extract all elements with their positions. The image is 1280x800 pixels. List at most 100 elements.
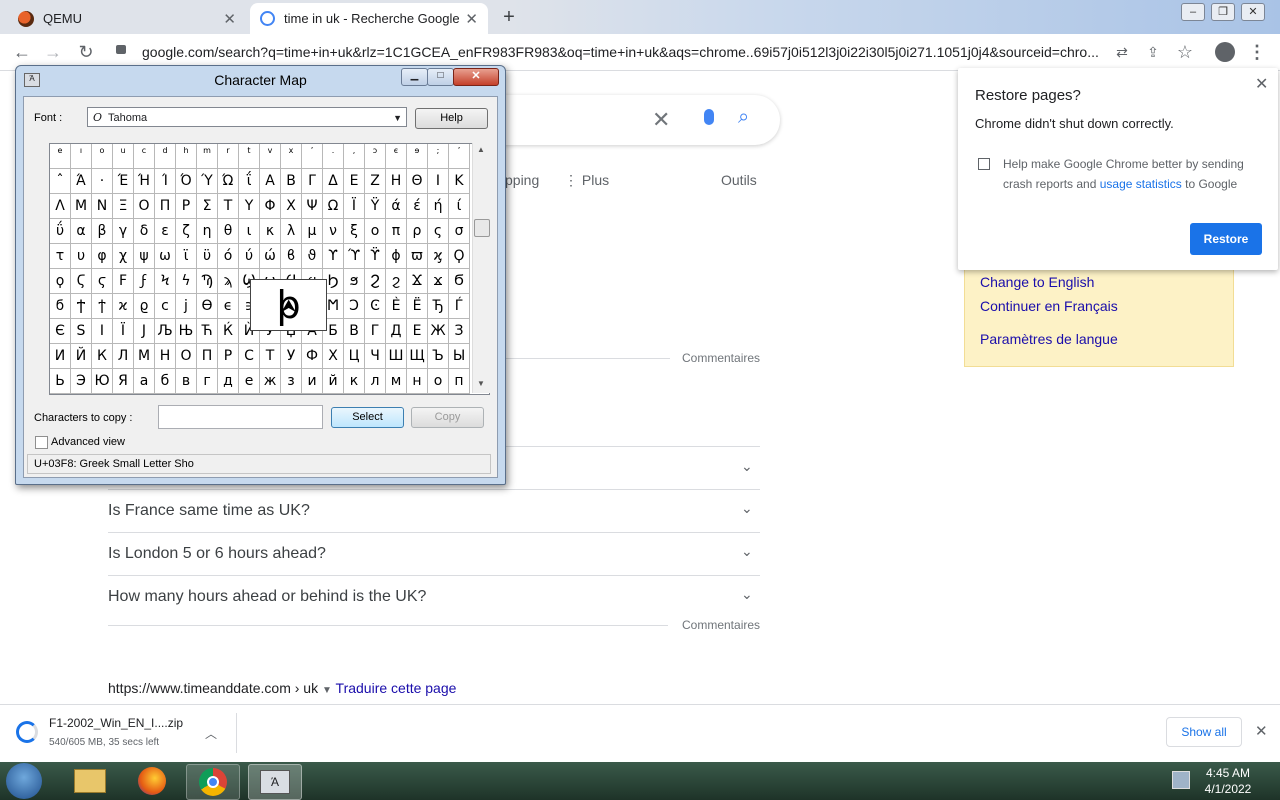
character-cell[interactable]: ˆ: [50, 169, 71, 194]
character-cell[interactable]: v: [260, 144, 281, 169]
chevron-down-icon[interactable]: ⌄: [741, 500, 753, 517]
bookmark-star-icon[interactable]: ☆: [1173, 40, 1197, 64]
character-cell[interactable]: ϗ: [428, 244, 449, 269]
character-cell[interactable]: Γ: [302, 169, 323, 194]
character-cell[interactable]: Ќ: [218, 319, 239, 344]
character-cell[interactable]: ϫ: [428, 269, 449, 294]
character-cell[interactable]: ε: [155, 219, 176, 244]
character-cell[interactable]: Ϛ: [71, 269, 92, 294]
character-cell[interactable]: ϐ: [281, 244, 302, 269]
character-cell[interactable]: Ο: [134, 194, 155, 219]
comments-link[interactable]: Commentaires: [682, 351, 760, 365]
chrome-taskbar-button[interactable]: [186, 764, 240, 800]
character-cell[interactable]: Ό: [176, 169, 197, 194]
character-cell[interactable]: К: [92, 344, 113, 369]
character-cell[interactable]: Ϋ: [365, 194, 386, 219]
character-cell[interactable]: u: [113, 144, 134, 169]
profile-avatar-icon[interactable]: [1215, 42, 1235, 62]
character-cell[interactable]: Ϫ: [407, 269, 428, 294]
character-cell[interactable]: Κ: [449, 169, 470, 194]
character-cell[interactable]: ϖ: [407, 244, 428, 269]
character-cell[interactable]: ς: [428, 219, 449, 244]
character-cell[interactable]: Ж: [428, 319, 449, 344]
character-cell[interactable]: ύ: [239, 244, 260, 269]
characters-to-copy-input[interactable]: [158, 405, 323, 429]
scroll-down-icon[interactable]: ▼: [477, 379, 485, 388]
character-cell[interactable]: φ: [92, 244, 113, 269]
character-cell[interactable]: ϒ: [323, 244, 344, 269]
character-cell[interactable]: Υ: [239, 194, 260, 219]
character-cell[interactable]: Ͼ: [365, 294, 386, 319]
character-cell[interactable]: Ћ: [197, 319, 218, 344]
character-cell[interactable]: ϭ: [50, 294, 71, 319]
chevron-down-icon[interactable]: ⌄: [741, 458, 753, 475]
character-cell[interactable]: ϧ: [344, 269, 365, 294]
character-cell[interactable]: З: [449, 319, 470, 344]
character-cell[interactable]: Ά: [71, 169, 92, 194]
character-cell[interactable]: ϲ: [155, 294, 176, 319]
character-cell[interactable]: Λ: [50, 194, 71, 219]
character-cell[interactable]: Ε: [344, 169, 365, 194]
character-cell[interactable]: ν: [323, 219, 344, 244]
character-cell[interactable]: ϓ: [344, 244, 365, 269]
character-cell[interactable]: m: [197, 144, 218, 169]
character-cell[interactable]: б: [155, 369, 176, 394]
search-box[interactable]: ✕ ⌕: [470, 95, 780, 145]
character-cell[interactable]: У: [281, 344, 302, 369]
character-cell[interactable]: Ώ: [218, 169, 239, 194]
character-cell[interactable]: П: [197, 344, 218, 369]
character-cell[interactable]: С: [239, 344, 260, 369]
character-cell[interactable]: λ: [281, 219, 302, 244]
character-cell[interactable]: ϩ: [386, 269, 407, 294]
character-cell[interactable]: ’: [449, 144, 470, 169]
character-cell[interactable]: ϰ: [113, 294, 134, 319]
copy-button[interactable]: Copy: [411, 407, 484, 428]
character-cell[interactable]: д: [218, 369, 239, 394]
character-cell[interactable]: Д: [386, 319, 407, 344]
character-cell[interactable]: o: [92, 144, 113, 169]
character-cell[interactable]: Ξ: [113, 194, 134, 219]
font-select[interactable]: O Tahoma ▼: [87, 107, 407, 127]
character-cell[interactable]: Ϩ: [365, 269, 386, 294]
chevron-up-icon[interactable]: ︿: [205, 725, 217, 742]
character-cell[interactable]: ;: [428, 144, 449, 169]
character-cell[interactable]: υ: [71, 244, 92, 269]
character-cell[interactable]: Η: [386, 169, 407, 194]
character-cell[interactable]: Φ: [260, 194, 281, 219]
language-settings-link[interactable]: Paramètres de langue: [980, 331, 1118, 347]
close-icon[interactable]: ✕: [1255, 74, 1268, 94]
character-cell[interactable]: t: [239, 144, 260, 169]
character-cell[interactable]: Ϝ: [113, 269, 134, 294]
character-cell[interactable]: Є: [50, 319, 71, 344]
character-cell[interactable]: ώ: [260, 244, 281, 269]
character-cell[interactable]: d: [155, 144, 176, 169]
character-cell[interactable]: Р: [218, 344, 239, 369]
select-button[interactable]: Select: [331, 407, 404, 428]
character-cell[interactable]: И: [50, 344, 71, 369]
translate-icon[interactable]: ⇄: [1110, 40, 1134, 64]
chevron-down-icon[interactable]: ⌄: [741, 586, 753, 603]
reload-icon[interactable]: ↻: [74, 40, 98, 64]
character-cell[interactable]: ’: [302, 144, 323, 169]
character-cell[interactable]: Ѓ: [449, 294, 470, 319]
character-cell[interactable]: Ѕ: [71, 319, 92, 344]
character-cell[interactable]: Δ: [323, 169, 344, 194]
forward-arrow-icon[interactable]: →: [41, 40, 65, 64]
question-item[interactable]: Is London 5 or 6 hours ahead?: [108, 545, 326, 563]
character-cell[interactable]: κ: [260, 219, 281, 244]
download-filename[interactable]: F1-2002_Win_EN_I....zip: [49, 716, 183, 730]
character-cell[interactable]: й: [323, 369, 344, 394]
character-cell[interactable]: ΰ: [50, 219, 71, 244]
character-cell[interactable]: Ύ: [197, 169, 218, 194]
character-cell[interactable]: ζ: [176, 219, 197, 244]
character-cell[interactable]: ω: [155, 244, 176, 269]
character-cell[interactable]: Ζ: [365, 169, 386, 194]
character-cell[interactable]: Ј: [134, 319, 155, 344]
character-cell[interactable]: Я: [113, 369, 134, 394]
question-item[interactable]: How many hours ahead or behind is the UK…: [108, 588, 426, 606]
character-cell[interactable]: ϴ: [197, 294, 218, 319]
maximize-button[interactable]: □: [427, 68, 454, 86]
character-cell[interactable]: τ: [50, 244, 71, 269]
character-cell[interactable]: ɘ: [407, 144, 428, 169]
character-cell[interactable]: Л: [113, 344, 134, 369]
